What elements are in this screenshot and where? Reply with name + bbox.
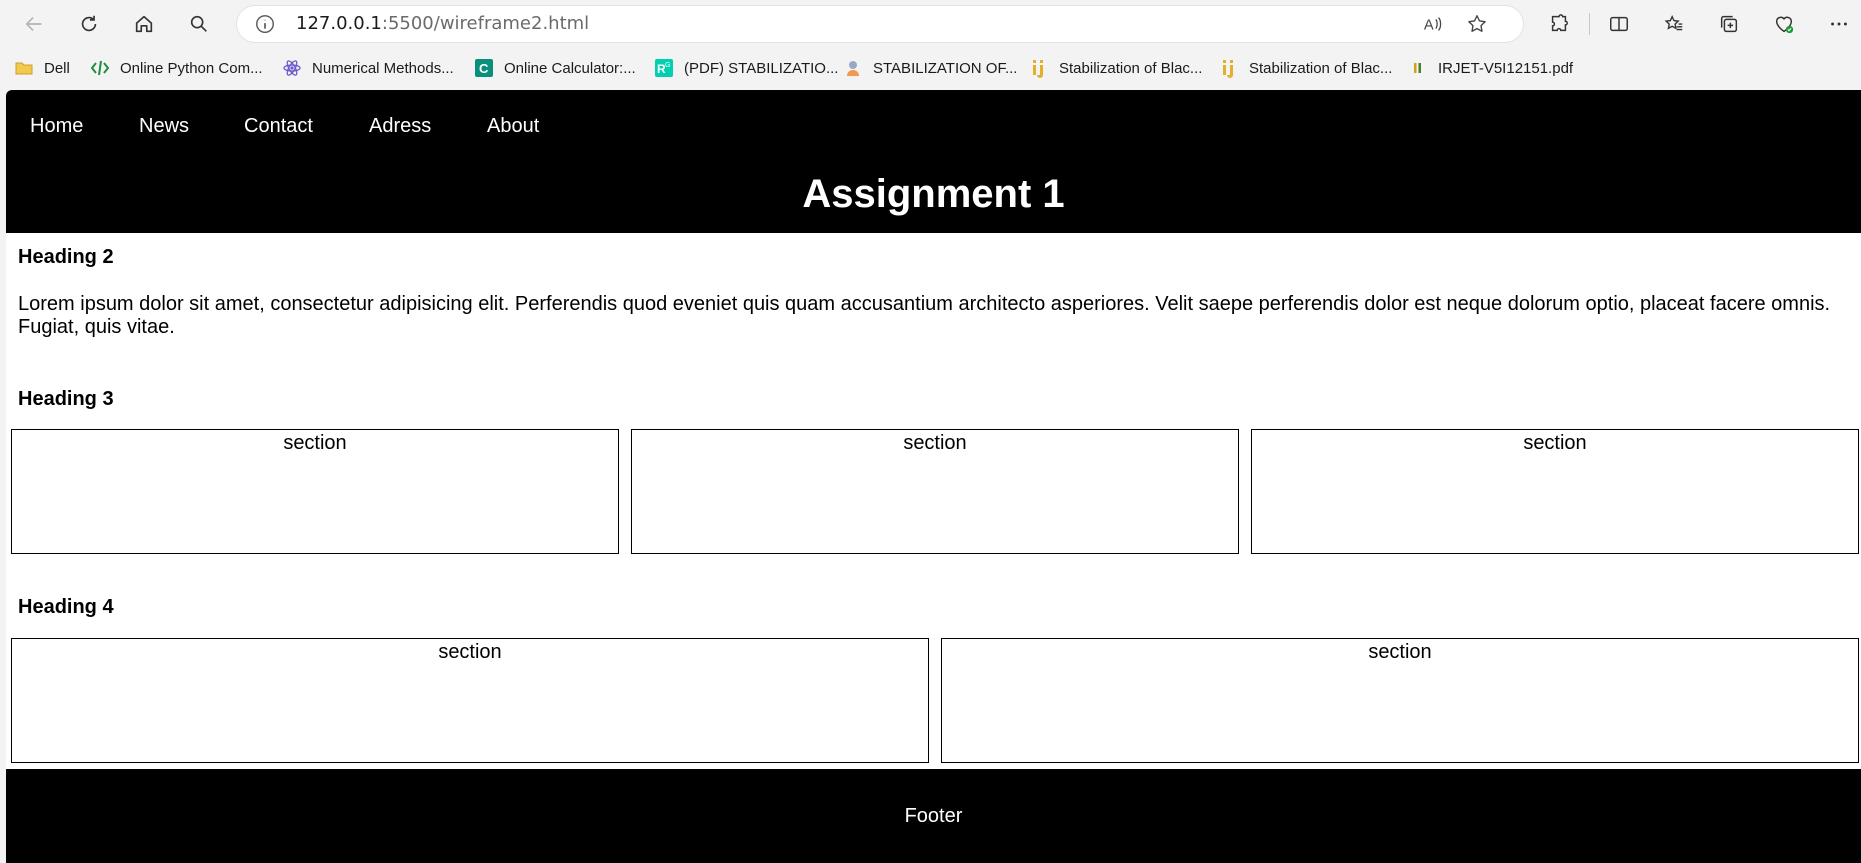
site-info-icon[interactable] xyxy=(254,13,276,35)
nav-contact-link[interactable]: Contact xyxy=(244,115,313,138)
heart-pulse-icon xyxy=(1775,16,1794,34)
heading-2: Heading 2 xyxy=(18,246,114,268)
home-button[interactable] xyxy=(126,6,162,42)
url-path: :5500/wireframe2.html xyxy=(381,13,590,34)
extensions-button[interactable] xyxy=(1541,6,1577,42)
svg-text:A: A xyxy=(1424,18,1434,34)
researchgate-icon: RG xyxy=(654,58,674,78)
bookmark-item[interactable]: C Online Calculator:... xyxy=(474,57,636,79)
bookmark-label: Online Calculator:... xyxy=(504,59,636,77)
toolbar-divider xyxy=(1589,13,1590,35)
heading-3: Heading 3 xyxy=(18,388,114,410)
split-screen-icon xyxy=(1610,16,1628,32)
bookmark-item[interactable]: Numerical Methods... xyxy=(282,57,454,79)
section-box: section xyxy=(1251,429,1859,554)
bookmark-label: Stabilization of Blac... xyxy=(1059,59,1203,77)
ij-icon xyxy=(1029,58,1049,78)
favorites-list-icon xyxy=(1664,15,1683,31)
nav-home-link[interactable]: Home xyxy=(30,115,83,138)
ij-icon xyxy=(1219,58,1239,78)
bookmark-label: Dell xyxy=(44,59,70,77)
section-box: section xyxy=(11,429,619,554)
svg-text:C: C xyxy=(479,61,489,76)
site-icon xyxy=(843,58,863,78)
pdf-icon xyxy=(1408,58,1428,78)
bookmark-item[interactable]: STABILIZATION OF... xyxy=(843,57,1017,79)
favorites-button[interactable] xyxy=(1656,6,1692,42)
folder-icon xyxy=(14,58,34,78)
bookmark-item[interactable]: Stabilization of Blac... xyxy=(1219,57,1392,79)
bookmark-label: (PDF) STABILIZATIO... xyxy=(684,59,839,77)
bookmark-label: Stabilization of Blac... xyxy=(1249,59,1393,77)
bookmarks-bar: Dell Online Python Com... Numerical Meth… xyxy=(0,48,1861,88)
bookmark-label: Online Python Com... xyxy=(120,59,263,77)
bookmark-item[interactable]: IRJET-V5I12151.pdf xyxy=(1408,57,1573,79)
search-icon xyxy=(190,15,207,32)
browser-essentials-button[interactable] xyxy=(1766,6,1802,42)
site-footer: Footer xyxy=(6,769,1861,863)
lorem-paragraph: Lorem ipsum dolor sit amet, consectetur … xyxy=(18,293,1831,338)
back-arrow-icon xyxy=(25,16,42,32)
more-menu-button[interactable] xyxy=(1821,6,1857,42)
nav-news-link[interactable]: News xyxy=(139,115,189,138)
heading-4: Heading 4 xyxy=(18,596,114,618)
atom-icon xyxy=(282,58,302,78)
bookmark-item[interactable]: Stabilization of Blac... xyxy=(1029,57,1202,79)
site-header: Home News Contact Adress About Assignmen… xyxy=(6,90,1861,233)
bookmark-item[interactable]: Dell xyxy=(14,57,70,79)
section-box: section xyxy=(941,638,1859,763)
page-viewport: Home News Contact Adress About Assignmen… xyxy=(6,90,1861,863)
nav-adress-link[interactable]: Adress xyxy=(369,115,431,138)
address-bar[interactable]: 127.0.0.1:5500/wireframe2.html A xyxy=(236,5,1524,43)
puzzle-icon xyxy=(1551,14,1568,32)
page-title: Assignment 1 xyxy=(802,172,1065,216)
bookmark-label: Numerical Methods... xyxy=(312,59,454,77)
bookmark-label: STABILIZATION OF... xyxy=(873,59,1018,77)
code-icon xyxy=(90,58,110,78)
ellipsis-icon xyxy=(1831,22,1847,26)
bookmark-item[interactable]: Online Python Com... xyxy=(90,57,263,79)
svg-text:G: G xyxy=(665,62,670,69)
url-text[interactable]: 127.0.0.1:5500/wireframe2.html xyxy=(296,5,589,43)
read-aloud-icon[interactable]: A xyxy=(1422,13,1444,35)
split-screen-button[interactable] xyxy=(1601,6,1637,42)
home-icon xyxy=(135,15,153,33)
url-host: 127.0.0.1 xyxy=(296,13,382,34)
search-button[interactable] xyxy=(181,6,217,42)
section-box: section xyxy=(631,429,1239,554)
favorite-star-icon[interactable] xyxy=(1466,13,1488,35)
bookmark-label: IRJET-V5I12151.pdf xyxy=(1438,59,1574,77)
collections-icon xyxy=(1720,15,1738,33)
browser-toolbar: 127.0.0.1:5500/wireframe2.html A xyxy=(0,0,1861,48)
back-button[interactable] xyxy=(16,6,52,42)
nav-about-link[interactable]: About xyxy=(487,115,539,138)
calculator-c-icon: C xyxy=(474,58,494,78)
refresh-icon xyxy=(81,15,97,32)
refresh-button[interactable] xyxy=(71,6,107,42)
section-box: section xyxy=(11,638,929,763)
collections-button[interactable] xyxy=(1711,6,1747,42)
bookmark-item[interactable]: RG (PDF) STABILIZATIO... xyxy=(654,57,838,79)
